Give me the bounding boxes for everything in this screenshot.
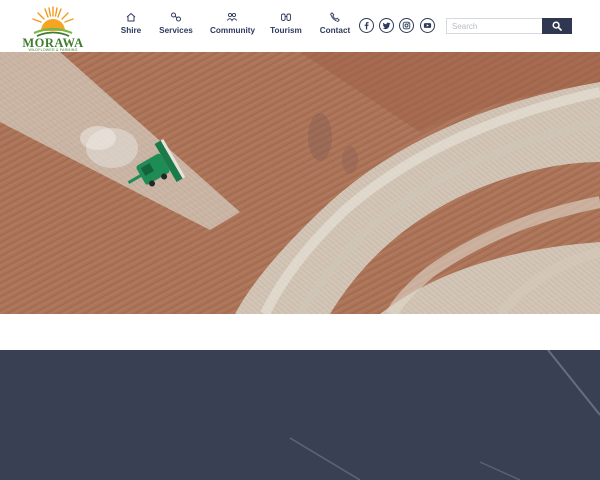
youtube-link[interactable] [420,18,435,33]
facebook-icon [364,22,369,30]
twitter-link[interactable] [379,18,394,33]
facebook-link[interactable] [359,18,374,33]
phone-icon [330,12,340,22]
services-icon [171,12,181,22]
site-header: MORAWA WILDFLOWER & FARMING DISTRICT Shi… [0,0,600,56]
decorative-lines [289,350,600,480]
instagram-link[interactable] [399,18,414,33]
nav-item-community[interactable]: Community [210,11,256,39]
nav-item-services[interactable]: Services [159,11,193,39]
youtube-icon [423,23,432,28]
sun-logo-icon [32,6,74,37]
search-button[interactable] [542,18,572,34]
nav-item-shire[interactable]: Shire [120,11,142,39]
nav-label-tourism: Tourism [270,26,302,35]
search-input[interactable] [446,18,542,34]
hero-banner [0,52,600,314]
people-icon [226,12,238,22]
nav-item-tourism[interactable]: Tourism [270,11,302,39]
nav-label-shire: Shire [120,26,142,35]
instagram-icon [402,21,411,30]
nav-label-community: Community [210,26,256,35]
nav-label-services: Services [159,26,193,35]
home-icon [126,12,136,22]
nav-item-contact[interactable]: Contact [319,11,351,39]
binoculars-icon [281,13,291,21]
aerial-harvest-image [0,52,600,314]
twitter-icon [382,22,391,30]
footer-band [0,350,600,480]
site-logo[interactable]: MORAWA WILDFLOWER & FARMING DISTRICT [22,3,84,56]
content-spacer [0,314,600,350]
search-icon [552,21,562,31]
nav-label-contact: Contact [319,26,351,35]
